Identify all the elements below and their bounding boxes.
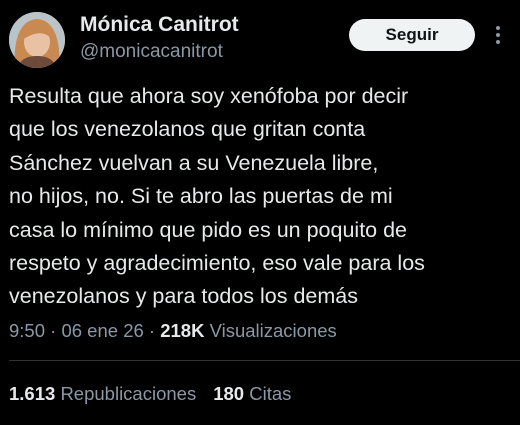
quotes-count: 180 [213,383,245,404]
meta-separator: · [50,320,57,341]
quotes-label: Citas [249,383,292,404]
meta-separator: · [148,320,156,341]
author-name[interactable]: Mónica Canitrot [80,13,239,37]
tweet-text: Resulta que ahora soy xenófoba por decir… [9,84,425,309]
vertical-ellipsis-icon[interactable] [490,22,506,48]
views-count: 218K [160,320,205,341]
quotes-stat[interactable]: 180 Citas [213,383,291,404]
engagement-stats: 1.613 Republicaciones 180 Citas [9,383,291,405]
reposts-label: Republicaciones [60,383,197,404]
follow-button[interactable]: Seguir [349,19,475,51]
views-label: Visualizaciones [209,320,337,341]
avatar-image [9,12,65,68]
tweet-meta: 9:50 · 06 ene 26 · 218K Visualizaciones [9,320,337,342]
reposts-stat[interactable]: 1.613 Republicaciones [9,383,196,404]
divider [9,360,520,361]
reposts-count: 1.613 [9,383,56,404]
tweet-date[interactable]: 06 ene 26 [61,320,143,341]
tweet-detail: Mónica Canitrot @monicacanitrot Seguir R… [0,0,520,425]
tweet-time[interactable]: 9:50 [9,320,45,341]
avatar[interactable] [9,12,65,68]
author-handle[interactable]: @monicacanitrot [80,41,223,63]
